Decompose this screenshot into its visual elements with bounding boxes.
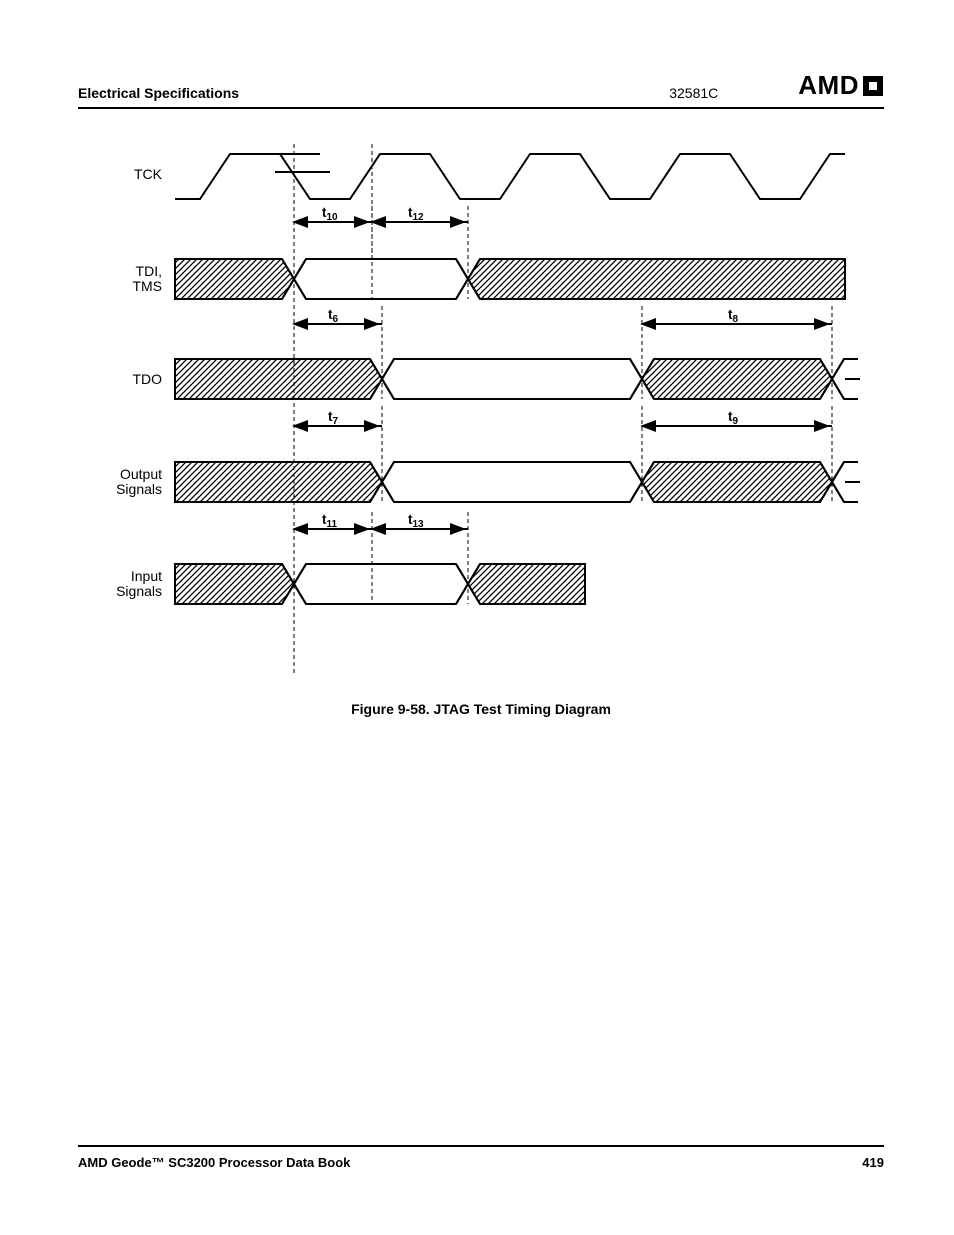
signal-label-tdi: TDI, xyxy=(136,263,162,279)
header-section: Electrical Specifications xyxy=(78,85,239,101)
svg-text:t12: t12 xyxy=(408,205,424,223)
tck-waveform xyxy=(175,154,845,199)
output-signals-waveform xyxy=(175,462,860,502)
header-docnum: 32581C xyxy=(669,85,718,101)
signal-label-output-2: Signals xyxy=(116,481,162,497)
signal-label-tck: TCK xyxy=(134,166,163,182)
input-signals-waveform xyxy=(175,564,585,604)
amd-logo: AMD xyxy=(798,70,884,101)
svg-text:t13: t13 xyxy=(408,512,424,530)
svg-text:t6: t6 xyxy=(328,307,339,325)
footer-book: AMD Geode™ SC3200 Processor Data Book xyxy=(78,1155,350,1170)
signal-label-output-1: Output xyxy=(120,466,162,482)
signal-label-tdo: TDO xyxy=(132,371,162,387)
timing-diagram: TCK t10 t12 TDI, TMS xyxy=(90,144,884,679)
tdi-tms-waveform xyxy=(175,259,845,299)
signal-label-tms: TMS xyxy=(132,278,162,294)
svg-text:t7: t7 xyxy=(328,409,339,427)
page-header: Electrical Specifications 32581C AMD xyxy=(78,70,884,109)
signal-label-input-2: Signals xyxy=(116,583,162,599)
svg-text:t8: t8 xyxy=(728,307,739,325)
figure-caption: Figure 9-58. JTAG Test Timing Diagram xyxy=(78,701,884,717)
svg-text:t11: t11 xyxy=(322,512,338,530)
footer-pagenum: 419 xyxy=(862,1155,884,1170)
page-footer: AMD Geode™ SC3200 Processor Data Book 41… xyxy=(78,1145,884,1170)
svg-text:t9: t9 xyxy=(728,409,739,427)
signal-label-input-1: Input xyxy=(131,568,162,584)
svg-text:t10: t10 xyxy=(322,205,338,223)
tdo-waveform xyxy=(175,359,860,399)
